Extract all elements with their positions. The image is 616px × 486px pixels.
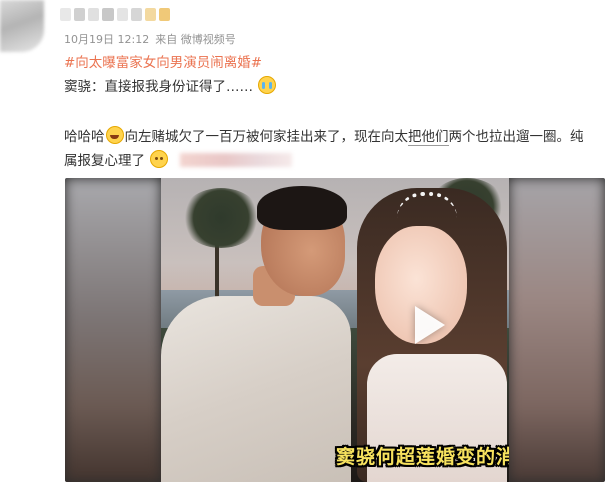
post-time[interactable]: 10月19日 12:12 — [64, 33, 149, 46]
video-blur-background — [65, 178, 161, 482]
post-text: 把他们 — [408, 129, 449, 146]
sweat-emoji-icon — [150, 150, 169, 168]
topic-link[interactable]: #向太曝富家女向男演员闹离婚# — [64, 51, 262, 71]
post-text-line-3: 属报复心理了 — [64, 150, 292, 171]
post-source[interactable]: 来自 微博视频号 — [155, 33, 236, 46]
video-blur-background — [509, 178, 605, 482]
cry-emoji-icon — [258, 76, 277, 94]
username-redacted[interactable] — [60, 8, 170, 23]
redacted-text — [179, 153, 292, 167]
post-text: 属报复心理了 — [64, 153, 145, 169]
laugh-emoji-icon — [105, 126, 124, 144]
post-text: 哈哈哈 — [64, 129, 105, 145]
video-scene-man — [257, 186, 347, 230]
post-text: 向左赌城欠了一百万被何家挂出来了，现在向太 — [124, 129, 409, 145]
video-player[interactable]: 窦骁何超莲婚变的消息 — [65, 178, 605, 482]
video-scene-man — [161, 296, 351, 482]
post-text: 窦骁：直接报我身份证得了…… — [64, 79, 253, 95]
post-text: 两个也拉出遛一圈。纯 — [448, 129, 584, 145]
video-scene-palm — [181, 188, 261, 248]
post-text-line-2: 哈哈哈 向左赌城欠了一百万被何家挂出来了，现在向太把他们两个也拉出遛一圈。纯 — [64, 126, 584, 147]
video-caption: 窦骁何超莲婚变的消息 — [335, 446, 509, 468]
post-text-line-1: 窦骁：直接报我身份证得了…… — [64, 76, 277, 97]
video-frame[interactable]: 窦骁何超莲婚变的消息 — [161, 178, 509, 482]
avatar[interactable] — [0, 0, 44, 52]
post-meta: 10月19日 12:12 来自 微博视频号 — [64, 31, 236, 47]
play-icon[interactable] — [415, 306, 445, 344]
